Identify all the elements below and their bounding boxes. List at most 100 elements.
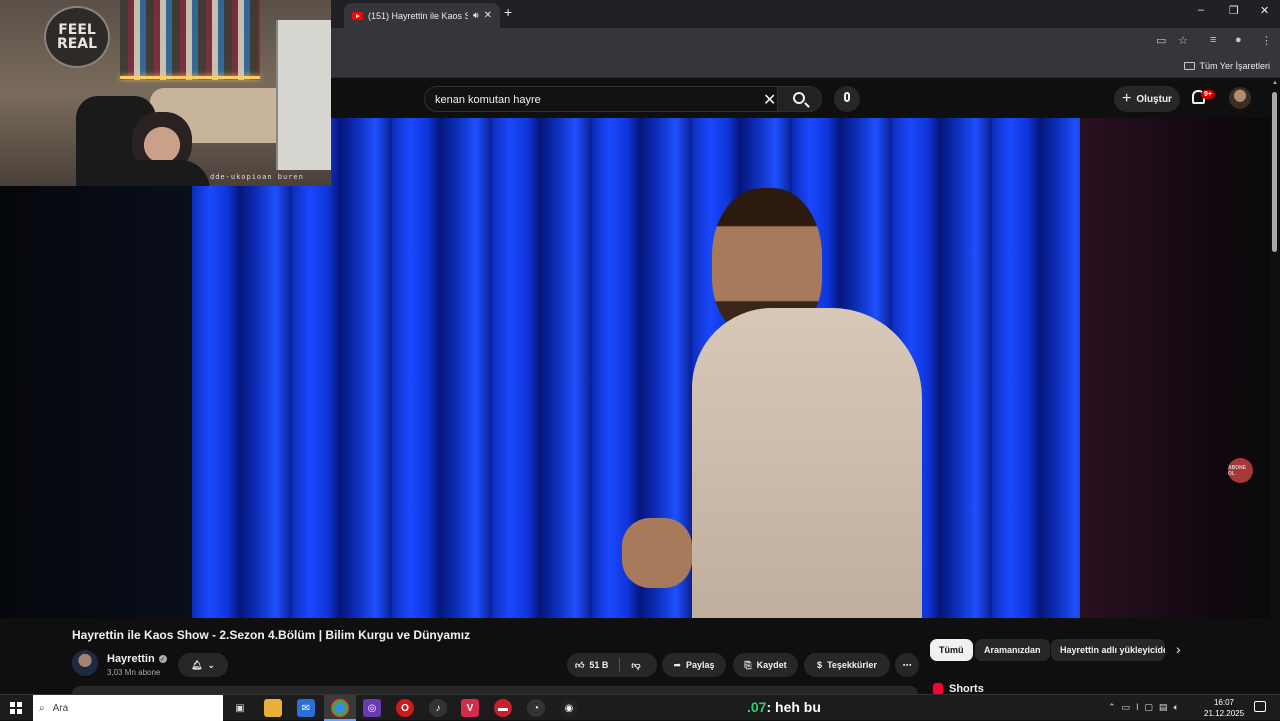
share-label: Paylaş: [686, 660, 715, 670]
system-tray: ⌃ ▭ ǀ ▢ ▤ 🔈︎: [1108, 702, 1179, 713]
search-query[interactable]: kenan komutan hayre: [435, 94, 541, 106]
scroll-up-arrow-icon[interactable]: ▲: [1272, 80, 1278, 86]
app-gauge-icon[interactable]: ◔: [527, 699, 545, 717]
opera-icon[interactable]: O: [396, 699, 414, 717]
more-actions-button[interactable]: ⋯: [895, 653, 919, 677]
like-button[interactable]: 👍︎ 51 B: [575, 660, 608, 671]
windows-taskbar: ⌕ Ara ▣ ✉ ◎ O ♪ V ▬ ◔ ◉ .07: heh bu ⌃ ▭ …: [0, 694, 1280, 721]
verified-icon: ✓: [158, 655, 167, 663]
search-icon: ⌕: [39, 702, 45, 714]
thanks-icon: $: [817, 660, 823, 670]
close-window-button[interactable]: ✕: [1260, 4, 1269, 17]
windows-start-icon[interactable]: [10, 702, 22, 714]
bell-icon: 🔔︎: [191, 659, 203, 670]
notification-center-icon[interactable]: [1254, 701, 1266, 712]
taskbar-clock[interactable]: 16:07 21.12.2025: [1204, 697, 1244, 719]
youtube-favicon-icon: [352, 11, 363, 20]
save-button[interactable]: ⎘ Kaydet: [733, 653, 798, 677]
chat-number: .07: [747, 699, 767, 715]
browser-tab[interactable]: (151) Hayrettin ile Kaos Show 🔊︎ ✕: [344, 3, 500, 28]
tray-device-icon[interactable]: ▭: [1122, 702, 1131, 713]
dislike-button[interactable]: 👎︎: [631, 660, 640, 671]
subscriber-count: 3,03 Mn abone: [107, 668, 161, 677]
app-v-icon[interactable]: V: [461, 699, 479, 717]
webcam-overlay: FEEL REAL dde-ukopioan buren: [0, 0, 331, 186]
voice-search-button[interactable]: [834, 86, 860, 112]
search-input[interactable]: kenan komutan hayre ✕: [424, 86, 822, 112]
channel-name[interactable]: Hayrettin: [107, 653, 155, 665]
scrollbar-thumb[interactable]: [1272, 92, 1277, 252]
page-scrollbar[interactable]: ▲: [1270, 78, 1280, 694]
share-button[interactable]: ➦ Paylaş: [662, 653, 726, 677]
video-info: Hayrettin ile Kaos Show - 2.Sezon 4.Bölü…: [0, 618, 1270, 695]
obs-app-icon[interactable]: ◎: [363, 699, 381, 717]
app-bulb-icon[interactable]: ◉: [560, 699, 578, 717]
thanks-label: Teşekkürler: [827, 660, 877, 670]
webcam-caption: dde-ukopioan buren: [210, 173, 304, 181]
new-tab-button[interactable]: +: [504, 4, 512, 20]
clear-search-icon[interactable]: ✕: [763, 90, 776, 110]
more-icon: ⋯: [902, 659, 912, 670]
account-avatar[interactable]: [1229, 87, 1251, 109]
subscribed-bell-button[interactable]: 🔔︎ ⌄: [178, 653, 228, 677]
presenter-body: [692, 308, 922, 618]
taskbar-search-placeholder: Ara: [52, 702, 69, 714]
close-tab-icon[interactable]: ✕: [484, 10, 492, 21]
thanks-button[interactable]: $ Teşekkürler: [804, 653, 890, 677]
minimize-button[interactable]: –: [1198, 4, 1204, 16]
chevron-right-icon[interactable]: ›: [1176, 641, 1181, 657]
show-hidden-icons-icon[interactable]: ⌃: [1108, 702, 1116, 713]
clock-time: 16:07: [1213, 698, 1235, 707]
video-player-area[interactable]: [0, 118, 1270, 618]
cabinet: [276, 20, 331, 170]
speaker-icon[interactable]: 🔊︎: [473, 10, 479, 21]
music-app-icon[interactable]: ♪: [429, 699, 447, 717]
search-icon: [793, 92, 805, 104]
task-view-icon[interactable]: ▣: [231, 699, 249, 717]
cast-icon[interactable]: ▭: [1156, 34, 1166, 47]
microphone-icon: [844, 92, 850, 102]
clock-date: 21.12.2025: [1204, 709, 1245, 718]
streaming-app-icon[interactable]: ▬: [494, 699, 512, 717]
create-button[interactable]: + Oluştur: [1114, 86, 1180, 112]
chat-message: : heh bu: [766, 699, 821, 715]
share-icon: ➦: [673, 659, 681, 670]
video-frame[interactable]: [192, 118, 1080, 618]
feel-real-logo: FEEL REAL: [44, 6, 110, 68]
file-explorer-icon[interactable]: [264, 699, 282, 717]
plus-icon: +: [1122, 90, 1132, 107]
outlook-icon[interactable]: ✉: [297, 699, 315, 717]
description-box[interactable]: [72, 686, 918, 694]
media-control-icon[interactable]: ≡: [1210, 34, 1216, 46]
notification-badge: 9+: [1201, 90, 1215, 99]
taskbar-search-input[interactable]: ⌕ Ara: [33, 695, 223, 721]
thumbs-up-icon: 👍︎: [575, 659, 585, 670]
chip-from-search[interactable]: Aramanızdan: [975, 639, 1050, 661]
browser-menu-icon[interactable]: ⋮: [1261, 34, 1272, 47]
network-icon[interactable]: ▤: [1159, 702, 1168, 713]
search-button[interactable]: [777, 87, 821, 111]
restore-button[interactable]: ❐: [1229, 4, 1239, 17]
all-bookmarks-button[interactable]: Tüm Yer İşaretleri: [1184, 61, 1270, 71]
video-title: Hayrettin ile Kaos Show - 2.Sezon 4.Bölü…: [72, 628, 471, 642]
subscribe-watermark[interactable]: ABONE OL: [1228, 458, 1253, 483]
bookmark-star-icon[interactable]: ☆: [1178, 34, 1188, 47]
logo-line-1: FEEL: [58, 22, 96, 38]
tray-mic-icon[interactable]: ǀ: [1136, 702, 1138, 713]
like-count: 51 B: [589, 660, 609, 670]
tab-title: (151) Hayrettin ile Kaos Show: [368, 10, 468, 21]
volume-icon[interactable]: 🔈︎: [1173, 702, 1178, 713]
save-label: Kaydet: [756, 660, 787, 670]
chip-all[interactable]: Tümü: [930, 639, 973, 661]
wall-shelf: [120, 0, 260, 80]
like-dislike-group: 👍︎ 51 B 👎︎: [567, 653, 657, 677]
tray-display-icon[interactable]: ▢: [1144, 702, 1153, 713]
channel-name-row[interactable]: Hayrettin ✓: [107, 653, 167, 665]
neon-light: [120, 76, 260, 79]
channel-avatar[interactable]: [72, 650, 98, 676]
folder-icon: [1184, 62, 1196, 70]
chip-from-uploader[interactable]: Hayrettin adlı yükleyiciden: [1051, 639, 1165, 661]
chrome-icon[interactable]: [331, 699, 349, 717]
logo-line-2: REAL: [56, 36, 98, 52]
profile-icon[interactable]: ●: [1235, 34, 1242, 46]
